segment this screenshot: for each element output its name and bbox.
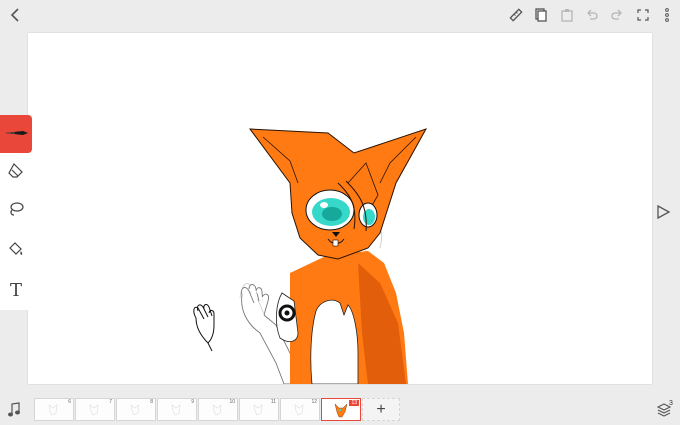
more-icon[interactable] — [657, 5, 677, 25]
eraser-tool[interactable] — [0, 153, 32, 191]
frame-number: 7 — [109, 399, 112, 405]
frame-number: 12 — [311, 399, 317, 405]
lasso-icon — [8, 201, 24, 222]
copy-icon[interactable] — [531, 5, 551, 25]
frame-number: 9 — [191, 399, 194, 405]
frame-thumbnail[interactable]: 9 — [157, 398, 197, 421]
pen-icon — [3, 125, 29, 143]
add-frame-button[interactable]: + — [362, 398, 400, 421]
play-button[interactable] — [655, 204, 673, 222]
frame-thumbnail[interactable]: 12 — [280, 398, 320, 421]
text-icon: T — [9, 279, 22, 301]
text-tool[interactable]: T — [0, 271, 32, 309]
redo-icon[interactable] — [607, 5, 627, 25]
layers-count: 3 — [669, 400, 673, 407]
frame-thumbnail[interactable]: 8 — [116, 398, 156, 421]
fullscreen-icon[interactable] — [633, 5, 653, 25]
lasso-tool[interactable] — [0, 192, 32, 230]
frame-number: 13 — [349, 400, 359, 406]
frame-number: 10 — [229, 399, 235, 405]
tool-panel: T — [0, 115, 32, 310]
frame-strip: 6 7 8 9 10 11 12 13 + — [34, 398, 400, 422]
frame-number: 6 — [68, 399, 71, 405]
frame-thumbnail-current[interactable]: 13 — [321, 398, 361, 421]
ruler-icon[interactable] — [506, 5, 526, 25]
cat-character-drawing — [193, 128, 428, 384]
play-icon — [657, 204, 671, 220]
undo-icon[interactable] — [582, 5, 602, 25]
frame-number: 11 — [270, 399, 276, 405]
frame-thumbnail[interactable]: 11 — [239, 398, 279, 421]
frame-thumbnail[interactable]: 6 — [34, 398, 74, 421]
frame-number: 8 — [150, 399, 153, 405]
music-note-icon[interactable] — [7, 402, 23, 418]
back-chevron-icon[interactable] — [5, 5, 25, 25]
paint-bucket-icon — [8, 241, 24, 262]
drawing-canvas[interactable] — [28, 33, 652, 384]
frame-thumbnail[interactable]: 7 — [75, 398, 115, 421]
eraser-icon — [8, 162, 24, 183]
top-bar — [0, 0, 680, 30]
fill-tool[interactable] — [0, 232, 32, 270]
pen-tool[interactable] — [0, 115, 32, 153]
paste-icon[interactable] — [557, 5, 577, 25]
frame-thumbnail[interactable]: 10 — [198, 398, 238, 421]
